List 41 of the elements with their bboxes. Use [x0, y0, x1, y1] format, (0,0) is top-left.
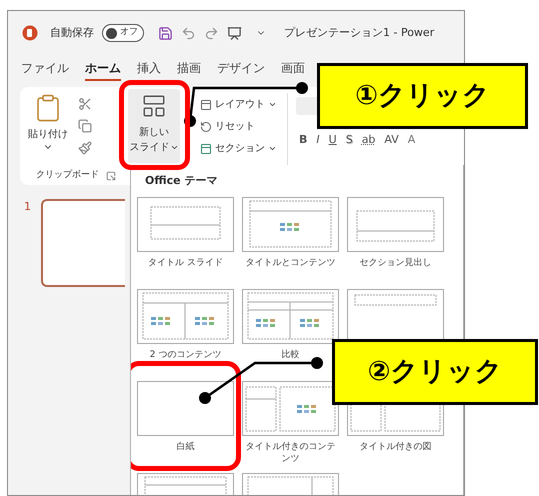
group-label: クリップボード	[36, 169, 99, 182]
slide-layout-icon	[200, 98, 212, 110]
ribbon-tab[interactable]: ファイル	[21, 59, 69, 81]
ribbon-tab[interactable]: 挿入	[137, 59, 161, 81]
copy-icon[interactable]	[78, 119, 92, 133]
slide-number: 1	[24, 199, 31, 215]
document-title: プレゼンテーション1 - Power	[284, 24, 434, 41]
font-format-button[interactable]: I	[313, 133, 323, 147]
new-slide-button[interactable]: 新しい スライド	[128, 89, 180, 163]
redo-icon[interactable]	[204, 26, 219, 40]
ribbon-tab[interactable]: 画面	[281, 59, 305, 81]
callout-tooltip: ②クリック	[332, 339, 538, 405]
slide-command-button[interactable]: リセット	[200, 119, 277, 134]
save-icon[interactable]	[158, 26, 173, 40]
slide-layout-icon	[141, 93, 167, 119]
font-format-button[interactable]: A	[404, 133, 418, 147]
slide-layout-icon	[200, 142, 212, 154]
undo-icon[interactable]	[181, 26, 196, 40]
slide-thumbnail[interactable]	[41, 199, 125, 287]
app-logo-icon	[22, 25, 38, 41]
font-format-button[interactable]: ab	[358, 133, 378, 147]
callout-tooltip: ①クリック	[317, 63, 528, 129]
presentation-icon[interactable]	[227, 26, 242, 40]
dialog-launcher-icon[interactable]	[106, 171, 116, 181]
autosave-toggle[interactable]: オフ	[102, 24, 144, 42]
ribbon-tab[interactable]: ホーム	[85, 59, 121, 81]
cut-icon[interactable]	[78, 97, 92, 111]
format-painter-icon[interactable]	[78, 141, 92, 155]
reset-icon	[200, 120, 212, 132]
autosave-label: 自動保存	[50, 24, 94, 41]
font-format-button[interactable]: B	[296, 133, 310, 147]
slide-command-button[interactable]: セクション	[200, 141, 277, 156]
gallery-title: Office テーマ	[144, 173, 218, 189]
font-format-button[interactable]: AV	[381, 133, 402, 147]
ribbon-tab[interactable]: デザイン	[217, 59, 265, 81]
caret-icon	[170, 143, 178, 152]
ribbon-tab[interactable]: 描画	[177, 59, 201, 81]
slide-command-button[interactable]: レイアウト	[200, 97, 277, 112]
font-format-button[interactable]: S	[342, 133, 356, 147]
font-format-button[interactable]: U	[326, 133, 340, 147]
paste-button[interactable]: 貼り付け	[26, 93, 70, 167]
